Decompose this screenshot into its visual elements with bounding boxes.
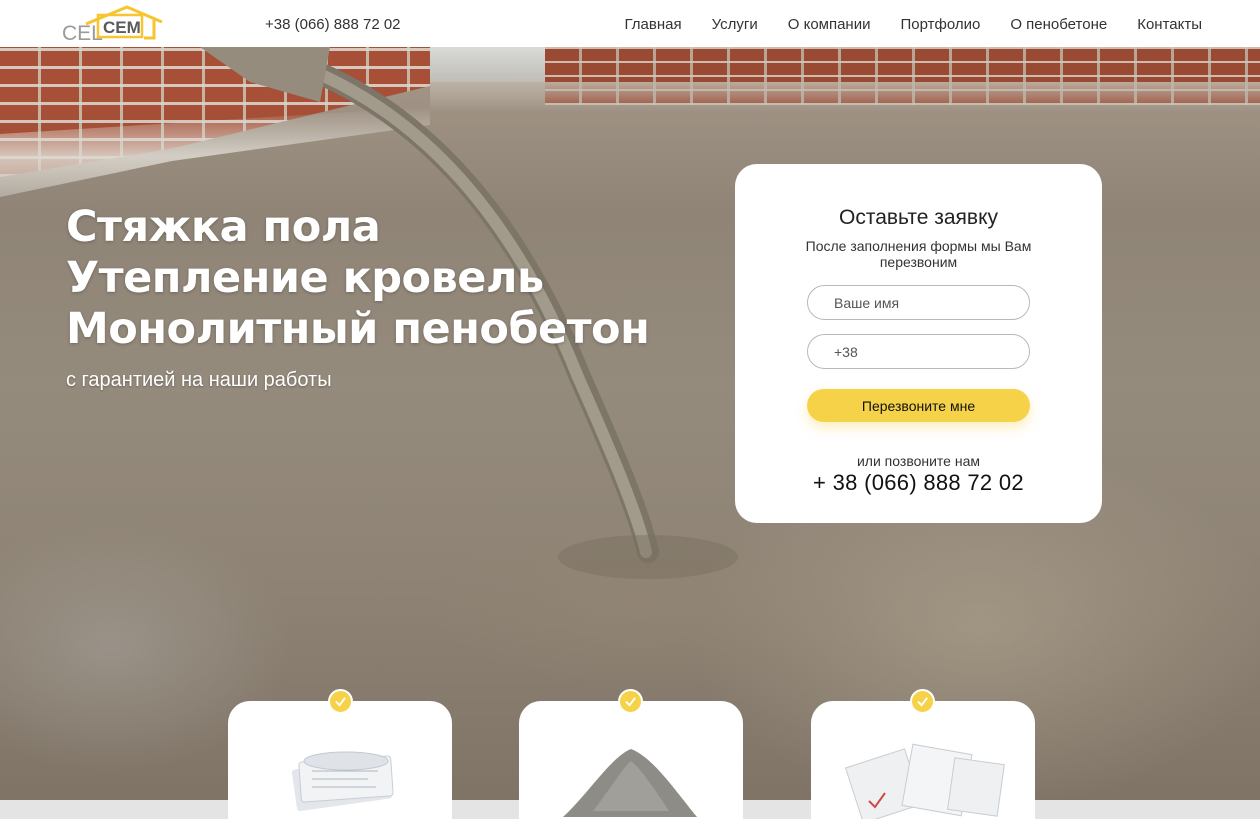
hero-title-line: Утепление кровель xyxy=(66,253,544,303)
header-phone-link[interactable]: +38 (066) 888 72 02 xyxy=(265,16,401,33)
check-icon xyxy=(910,689,935,714)
hero-title-line: Монолитный пенобетон xyxy=(66,304,650,354)
contact-phone-link[interactable]: + 38 (066) 888 72 02 xyxy=(735,470,1102,496)
nav-services[interactable]: Услуги xyxy=(712,16,758,33)
phone-input[interactable] xyxy=(807,334,1030,369)
check-icon xyxy=(328,689,353,714)
name-input[interactable] xyxy=(807,285,1030,320)
site-header: CEL CEM +38 (066) 888 72 02 Главная Услу… xyxy=(0,0,1260,47)
logo[interactable]: CEL CEM xyxy=(60,2,170,44)
nav-about[interactable]: О компании xyxy=(788,16,871,33)
hero-background-floor-edge xyxy=(430,82,1260,112)
form-title: Оставьте заявку xyxy=(838,206,998,229)
feature-card[interactable] xyxy=(519,701,743,819)
certificates-icon xyxy=(844,743,1005,819)
feature-card[interactable] xyxy=(228,701,452,819)
svg-text:CEM: CEM xyxy=(103,18,141,37)
or-call-label: или позвоните нам xyxy=(856,453,981,469)
nav-contacts[interactable]: Контакты xyxy=(1137,16,1202,33)
check-icon xyxy=(618,689,643,714)
svg-text:CEL: CEL xyxy=(62,22,103,44)
nav-portfolio[interactable]: Портфолио xyxy=(900,16,980,33)
cement-pile-icon xyxy=(563,749,697,817)
hero-title-line: Стяжка пола xyxy=(66,202,381,252)
feature-card[interactable] xyxy=(811,701,1035,819)
hero-title: Стяжка пола Утепление кровель Монолитный… xyxy=(66,202,650,355)
callback-submit-button[interactable]: Перезвоните мне xyxy=(807,389,1030,422)
hero-subtitle: с гарантией на наши работы xyxy=(66,369,332,391)
main-nav: Главная Услуги О компании Портфолио О пе… xyxy=(625,16,1202,33)
callback-form-card: Оставьте заявку После заполнения формы м… xyxy=(735,164,1102,523)
blueprints-icon xyxy=(291,751,394,812)
hero-background-sky xyxy=(430,47,545,82)
form-description: После заполнения формы мы Вам перезвоним xyxy=(805,238,1032,270)
nav-home[interactable]: Главная xyxy=(625,16,682,33)
nav-foam-concrete[interactable]: О пенобетоне xyxy=(1010,16,1107,33)
logo-icon: CEL CEM xyxy=(62,5,163,44)
hero-section: Стяжка пола Утепление кровель Монолитный… xyxy=(0,47,1260,800)
